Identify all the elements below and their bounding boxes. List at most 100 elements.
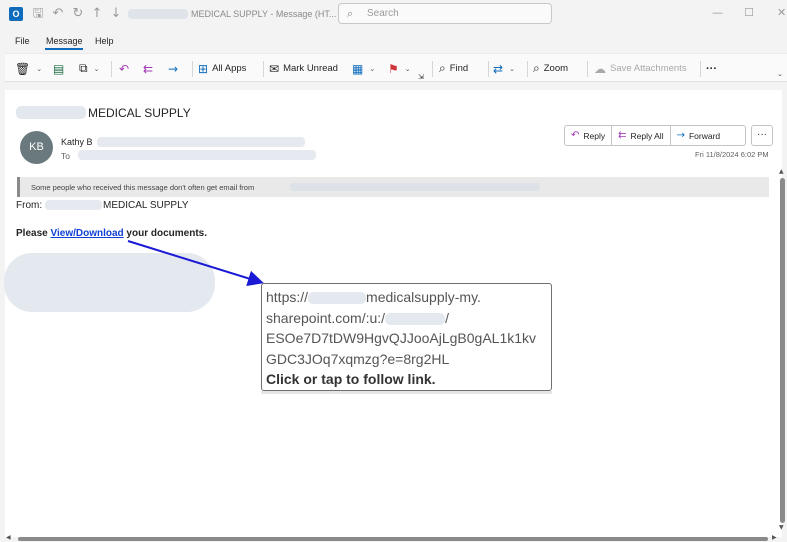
reply-label: Reply — [583, 130, 606, 141]
menu-message[interactable]: Message — [46, 36, 83, 46]
window-title: MEDICAL SUPPLY - Message (HT... — [191, 9, 337, 19]
zoom-button[interactable]: ⌕ Zoom — [533, 54, 568, 83]
ribbon-separator — [587, 61, 588, 77]
all-apps-button[interactable]: ⊞ All Apps — [198, 54, 246, 83]
search-icon: ⌕ — [347, 7, 354, 20]
move-icon: ⧉ — [79, 61, 88, 75]
reply-all-icon: ⇇ — [618, 130, 627, 141]
search-icon: ⌕ — [439, 61, 446, 75]
chevron-down-icon: ⌄ — [369, 64, 376, 73]
horizontal-scrollbar[interactable]: ◀ ▶ — [4, 534, 779, 542]
to-label: To — [61, 151, 70, 161]
cloud-save-icon: ☁ — [594, 61, 606, 76]
ribbon-separator — [488, 61, 489, 77]
scroll-up-icon[interactable]: ▲ — [779, 168, 784, 175]
tooltip-shadow — [261, 391, 552, 394]
reply-all-ribbon-button[interactable]: ⇇ — [143, 54, 157, 83]
redacted-infobar-address — [290, 183, 540, 191]
chevron-down-icon: ⌄ — [509, 64, 515, 73]
maximize-button[interactable]: ☐ — [744, 6, 754, 19]
tooltip-url-part: https:// — [266, 289, 309, 305]
body-from-label: From: — [16, 200, 43, 211]
view-download-link[interactable]: View/Download — [50, 228, 123, 239]
find-button[interactable]: ⌕ Find — [439, 54, 468, 83]
ribbon-more-button[interactable]: ··· — [706, 54, 717, 83]
categorize-icon: ▦ — [352, 61, 364, 76]
delete-button[interactable]: 🗑 ⌄ — [15, 54, 42, 83]
find-label: Find — [449, 63, 469, 74]
ribbon-toolbar: 🗑 ⌄ ▤ ⧉ ⌄ ↶ ⇇ → ⊞ All Apps ✉ Mark Unread ▦ ⌄ … — [5, 53, 787, 82]
body-suffix: your documents. — [123, 228, 208, 239]
save-attachments-label: Save Attachments — [610, 63, 687, 74]
search-input[interactable]: ⌕ Search — [338, 3, 552, 24]
vertical-scroll-thumb[interactable] — [780, 178, 785, 523]
save-attachments-button[interactable]: ☁ Save Attachments — [594, 54, 687, 83]
infobar-text: Some people who received this message do… — [31, 183, 255, 192]
redo-icon[interactable]: ↻ — [71, 7, 85, 21]
ribbon-separator — [700, 61, 701, 77]
tags-dialog-launcher[interactable]: ⇲ — [418, 62, 424, 91]
reply-ribbon-button[interactable]: ↶ — [119, 54, 133, 83]
close-button[interactable]: ✕ — [777, 6, 786, 19]
ribbon-separator — [527, 61, 528, 77]
scroll-right-icon[interactable]: ▶ — [772, 534, 777, 541]
chevron-down-icon: ⌄ — [93, 64, 100, 73]
link-hover-tooltip: https:// medicalsupply-my. sharepoint.com… — [261, 283, 552, 391]
undo-icon[interactable]: ↶ — [51, 7, 65, 21]
message-body-line: Please View/Download your documents. — [16, 228, 207, 239]
tooltip-url-line-3: ESOe7D7tDW9HgvQJJooAjLgB0gAL1k1kv — [266, 330, 537, 347]
minimize-button[interactable]: — — [712, 6, 723, 19]
ribbon-expand-icon[interactable]: ⌄ — [777, 70, 783, 78]
all-apps-label: All Apps — [212, 63, 247, 74]
outlook-logo-icon: O — [9, 7, 23, 21]
message-actions: ↶ Reply ⇇ Reply All → Forward — [564, 125, 746, 146]
redacted-body-region — [4, 253, 215, 312]
reply-all-label: Reply All — [630, 130, 664, 141]
previous-item-icon[interactable]: ↑ — [90, 7, 104, 21]
menu-help[interactable]: Help — [95, 36, 114, 46]
tooltip-url-line-2: sharepoint.com/:u:/ / — [266, 308, 547, 329]
search-placeholder: Search — [367, 8, 399, 19]
message-subject: MEDICAL SUPPLY — [88, 106, 191, 120]
external-sender-infobar: Some people who received this message do… — [17, 177, 769, 197]
forward-ribbon-button[interactable]: → — [168, 54, 182, 83]
tooltip-url-part: medicalsupply-my. — [366, 289, 481, 305]
tooltip-url-line-1: https:// medicalsupply-my. — [266, 287, 547, 308]
next-item-icon[interactable]: ↓ — [109, 7, 123, 21]
zoom-icon: ⌕ — [533, 61, 540, 75]
forward-button[interactable]: → Forward — [671, 126, 727, 145]
chevron-down-icon: ⌄ — [404, 64, 411, 73]
menu-file[interactable]: File — [15, 36, 30, 46]
flag-button[interactable]: ⚑ ⌄ — [388, 54, 411, 83]
reply-button[interactable]: ↶ Reply — [565, 126, 613, 145]
message-date: Fri 11/8/2024 6:02 PM — [695, 150, 769, 159]
mark-unread-label: Mark Unread — [283, 63, 338, 74]
redacted-url-segment — [308, 292, 367, 305]
vertical-scrollbar[interactable]: ▲ ▼ — [779, 168, 787, 534]
title-bar: O 🖫 ↶ ↻ ↑ ↓ MEDICAL SUPPLY - Message (HT… — [0, 0, 787, 30]
save-icon[interactable]: 🖫 — [31, 7, 45, 21]
redacted-recipient — [78, 150, 316, 160]
sender-avatar[interactable]: KB — [20, 131, 53, 164]
move-button[interactable]: ⧉ ⌄ — [79, 54, 99, 83]
reply-all-button[interactable]: ⇇ Reply All — [612, 126, 671, 145]
tooltip-url-line-4: GDC3JOq7xqmzg?e=8rg2HL — [266, 350, 450, 367]
reply-icon: ↶ — [119, 61, 130, 76]
ribbon-separator — [192, 61, 193, 77]
sender-name[interactable]: Kathy B — [61, 137, 93, 147]
message-more-button[interactable]: ··· — [751, 125, 773, 146]
ribbon-separator — [263, 61, 264, 77]
categorize-button[interactable]: ▦ ⌄ — [352, 54, 375, 83]
tooltip-url-part: / — [445, 309, 449, 326]
reply-all-icon: ⇇ — [143, 61, 154, 76]
scroll-left-icon[interactable]: ◀ — [6, 534, 11, 541]
tooltip-url-part: sharepoint.com/:u:/ — [266, 309, 386, 326]
scroll-down-icon[interactable]: ▼ — [779, 524, 784, 531]
archive-button[interactable]: ▤ — [53, 54, 68, 83]
translate-button[interactable]: ⇄ ⌄ — [493, 54, 515, 83]
ribbon-separator — [432, 61, 433, 77]
archive-icon: ▤ — [53, 61, 65, 76]
mark-unread-button[interactable]: ✉ Mark Unread — [269, 54, 338, 83]
envelope-icon: ✉ — [269, 61, 280, 76]
horizontal-scroll-thumb[interactable] — [18, 537, 768, 541]
